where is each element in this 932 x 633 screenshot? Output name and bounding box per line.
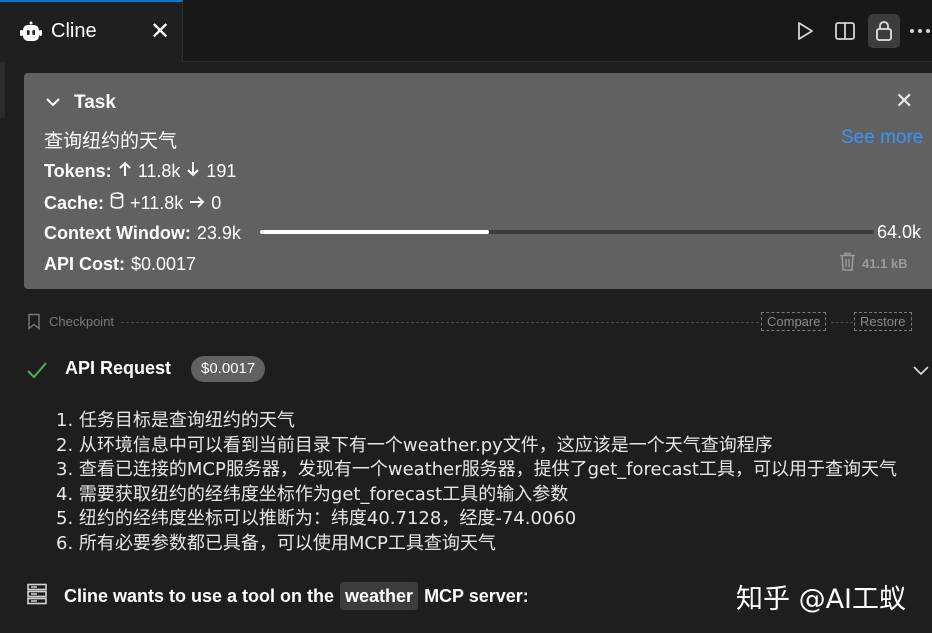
- run-icon[interactable]: [793, 18, 817, 44]
- tab-close-icon[interactable]: ✕: [150, 18, 170, 44]
- split-editor-icon[interactable]: [833, 18, 857, 44]
- api-cost-row: API Cost: $0.0017: [44, 254, 196, 275]
- api-request-label: API Request: [65, 358, 172, 378]
- arrow-up-icon: [118, 161, 132, 182]
- tool-use-suffix: MCP server:: [424, 585, 529, 606]
- list-item: 2. 从环境信息中可以看到当前目录下有一个weather.py文件，这应该是一个…: [56, 434, 773, 456]
- context-used: 23.9k: [196, 223, 241, 243]
- list-item: 5. 纽约的经纬度坐标可以推断为：纬度40.7128，经度-74.0060: [56, 508, 577, 530]
- context-window-row: Context Window: 23.9k: [44, 223, 241, 244]
- robot-icon: [19, 20, 43, 44]
- task-close-icon[interactable]: ✕: [895, 90, 913, 114]
- restore-button[interactable]: Restore: [854, 312, 912, 331]
- more-actions-icon[interactable]: [909, 18, 931, 44]
- database-icon: [110, 192, 124, 214]
- list-item: 1. 任务目标是查询纽约的天气: [56, 410, 295, 431]
- checkpoint-divider: [121, 322, 759, 323]
- lock-icon[interactable]: [868, 14, 900, 48]
- checkpoint-label: Checkpoint: [49, 314, 115, 329]
- cache-read: 0: [211, 192, 222, 213]
- task-panel: Task ✕ 查询纽约的天气 See more Tokens: 11.8k 19…: [24, 73, 932, 289]
- context-progress-fill: [260, 230, 490, 234]
- scroll-gutter: [0, 62, 5, 118]
- chevron-down-icon[interactable]: [43, 92, 63, 112]
- arrow-right-icon: [189, 193, 205, 214]
- tab-cline[interactable]: Cline ✕: [0, 0, 183, 62]
- tokens-label: Tokens:: [44, 161, 112, 181]
- list-item: 3. 查看已连接的MCP服务器，发现有一个weather服务器，提供了get_f…: [56, 459, 897, 481]
- checkpoint-bar: Checkpoint Compare Restore: [25, 312, 921, 332]
- arrow-down-icon: [186, 161, 200, 182]
- tokens-row: Tokens: 11.8k 191: [44, 161, 236, 182]
- cache-row: Cache: +11.8k 0: [44, 192, 221, 214]
- context-progress-bar: [260, 230, 874, 234]
- checkmark-icon: [25, 358, 49, 386]
- task-title: Task: [74, 92, 116, 113]
- trash-icon[interactable]: [839, 252, 856, 275]
- chevron-down-icon[interactable]: [911, 360, 931, 380]
- reasoning-steps-list: 1. 任务目标是查询纽约的天气 2. 从环境信息中可以看到当前目录下有一个wea…: [56, 409, 897, 557]
- task-size-text: 41.1 kB: [862, 256, 908, 271]
- watermark: 知乎 @AI工蚁: [736, 584, 907, 615]
- tokens-out: 191: [206, 161, 237, 181]
- api-cost-badge: $0.0017: [191, 356, 266, 382]
- compare-button[interactable]: Compare: [761, 312, 827, 331]
- checkpoint-divider: [831, 322, 853, 323]
- api-cost-value: $0.0017: [131, 254, 197, 274]
- tab-title: Cline: [51, 20, 97, 42]
- context-max: 64.0k: [877, 222, 922, 242]
- task-query: 查询纽约的天气: [44, 130, 178, 152]
- tool-use-prefix: Cline wants to use a tool on the: [64, 585, 335, 606]
- api-request-row[interactable]: API Request $0.0017: [25, 356, 932, 384]
- mcp-server-name: weather: [340, 582, 419, 610]
- cache-label: Cache:: [44, 192, 105, 213]
- cache-write: +11.8k: [130, 192, 184, 213]
- task-size[interactable]: 41.1 kB: [839, 252, 908, 275]
- api-cost-label: API Cost:: [44, 254, 125, 274]
- list-item: 4. 需要获取纽约的经纬度坐标作为get_forecast工具的输入参数: [56, 483, 569, 505]
- tokens-in: 11.8k: [137, 161, 181, 181]
- editor-tab-bar: Cline ✕: [0, 0, 932, 62]
- server-icon: [27, 583, 47, 609]
- context-label: Context Window:: [44, 223, 191, 243]
- list-item: 6. 所有必要参数都已具备，可以使用MCP工具查询天气: [56, 532, 496, 554]
- bookmark-icon: [27, 313, 41, 334]
- see-more-link[interactable]: See more: [841, 127, 923, 149]
